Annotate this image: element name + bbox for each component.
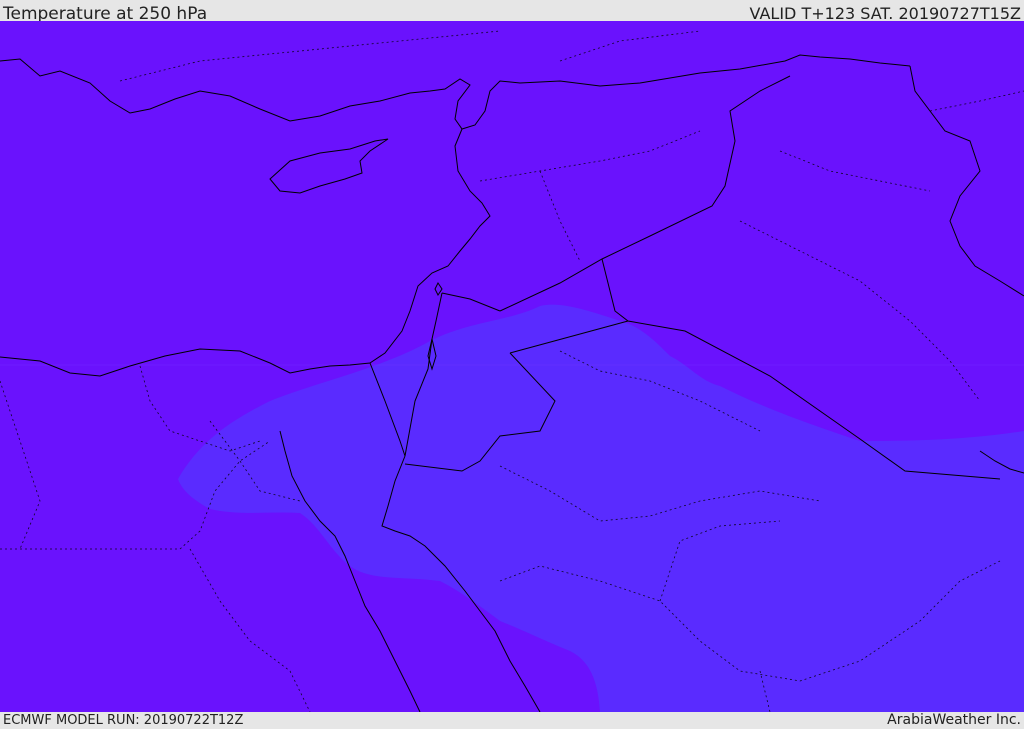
model-run: ECMWF MODEL RUN: 20190722T12Z xyxy=(3,713,244,728)
header-bar: Temperature at 250 hPa VALID T+123 SAT. … xyxy=(0,0,1024,24)
footer-bar: ECMWF MODEL RUN: 20190722T12Z ArabiaWeat… xyxy=(0,712,1024,729)
weather-map[interactable] xyxy=(0,21,1024,712)
credit-label: ArabiaWeather Inc. xyxy=(887,712,1021,728)
